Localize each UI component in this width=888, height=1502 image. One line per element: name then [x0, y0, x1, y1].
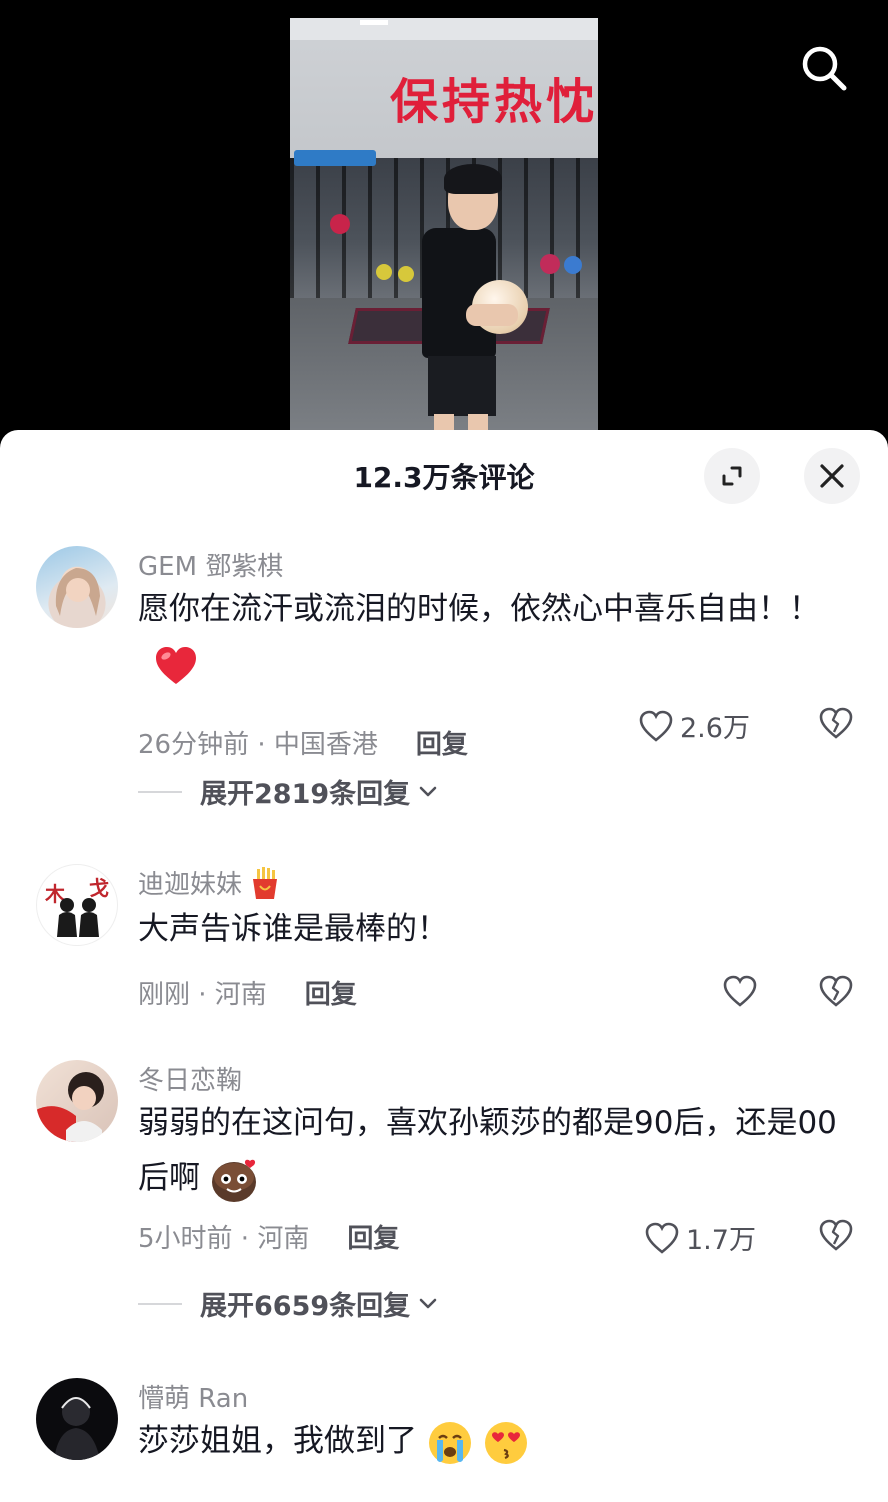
comment-username[interactable]: 迪迦妹妹 — [138, 864, 282, 901]
close-button[interactable] — [804, 448, 860, 504]
comment-username[interactable]: 懵萌 Ran — [138, 1378, 248, 1415]
avatar[interactable] — [36, 546, 118, 628]
video-person-hair — [444, 164, 502, 194]
like-count: 2.6万 — [680, 713, 750, 744]
video-frame[interactable]: 保持热忱 — [290, 18, 598, 430]
like-button[interactable] — [722, 974, 758, 1008]
comment-item: 木 戈 迪迦妹妹 大声告诉谁是最棒的！ 刚刚 · 河南 回复 — [0, 864, 888, 1014]
broken-heart-icon — [819, 975, 853, 1007]
heart-eyes-brown-emoji-icon — [211, 1159, 256, 1202]
red-heart-emoji-icon — [156, 646, 196, 684]
comment-time-location: 刚刚 · 河南 — [138, 979, 267, 1010]
video-blue-mat — [294, 150, 376, 166]
video-player[interactable]: 保持热忱 — [0, 0, 888, 440]
expand-button[interactable] — [704, 448, 760, 504]
comment-item: 冬日恋鞠 弱弱的在这问句，喜欢孙颖莎的都是90后，还是00后啊 5小时前 · 河… — [0, 1060, 888, 1323]
video-wall-text: 保持热忱 — [390, 74, 598, 130]
comment-item: 懵萌 Ran 莎莎姐姐，我做到了 — [0, 1378, 888, 1502]
crying-face-emoji-icon — [428, 1421, 471, 1464]
comment-time-location: 5小时前 · 河南 — [138, 1223, 310, 1254]
dislike-button[interactable] — [818, 706, 854, 744]
dislike-button[interactable] — [818, 1218, 854, 1256]
video-ball — [564, 256, 582, 274]
heart-outline-icon — [645, 1222, 679, 1254]
expand-icon — [722, 466, 742, 486]
video-person-arm — [466, 304, 518, 326]
like-button[interactable]: 1.7万 — [644, 1218, 756, 1257]
fries-badge-icon — [253, 866, 278, 899]
broken-heart-icon — [819, 1219, 853, 1251]
like-button[interactable]: 2.6万 — [638, 706, 750, 745]
close-icon — [820, 464, 844, 488]
video-ball — [540, 254, 560, 274]
broken-heart-icon — [819, 707, 853, 739]
dislike-button[interactable] — [818, 974, 854, 1012]
comment-text: 弱弱的在这问句，喜欢孙颖莎的都是90后，还是00后啊 — [138, 1096, 854, 1206]
reply-button[interactable]: 回复 — [305, 974, 357, 1011]
like-count: 1.7万 — [686, 1225, 756, 1256]
reply-button[interactable]: 回复 — [347, 1218, 399, 1255]
video-ball — [398, 266, 414, 282]
comment-username[interactable]: 冬日恋鞠 — [138, 1060, 242, 1097]
avatar[interactable]: 木 戈 — [36, 864, 118, 946]
svg-text:戈: 戈 — [89, 876, 109, 900]
comment-item: GEM 鄧紫棋 愿你在流汗或流泪的时候，依然心中喜乐自由！！ 26分钟前 · 中… — [0, 546, 888, 810]
comments-sheet: 12.3万条评论 GEM 鄧紫棋 愿你在流汗或流泪的时候，依然心中喜乐自由！！ — [0, 430, 888, 1502]
expand-replies-button[interactable]: 展开6659条回复 — [138, 1284, 438, 1323]
reply-button[interactable]: 回复 — [416, 724, 468, 761]
avatar[interactable] — [36, 1060, 118, 1142]
video-person-shorts — [428, 356, 496, 416]
avatar[interactable] — [36, 1378, 118, 1460]
comment-time-location: 26分钟前 · 中国香港 — [138, 729, 378, 760]
heart-outline-icon — [639, 710, 673, 742]
kissing-heart-eyes-emoji-icon — [484, 1421, 527, 1464]
search-button[interactable] — [796, 40, 852, 96]
video-ball — [330, 214, 350, 234]
video-ceiling — [290, 18, 598, 40]
chevron-down-icon — [419, 1298, 437, 1308]
comment-username[interactable]: GEM 鄧紫棋 — [138, 546, 283, 583]
search-icon — [802, 46, 847, 91]
comment-text: 大声告诉谁是最棒的！ — [138, 911, 448, 947]
comment-text: 愿你在流汗或流泪的时候，依然心中喜乐自由！！ — [138, 582, 854, 692]
heart-outline-icon — [723, 975, 757, 1007]
expand-replies-button[interactable]: 展开2819条回复 — [138, 772, 438, 811]
comment-text: 莎莎姐姐，我做到了 — [138, 1414, 854, 1469]
video-ball — [376, 264, 392, 280]
chevron-down-icon — [419, 786, 437, 796]
